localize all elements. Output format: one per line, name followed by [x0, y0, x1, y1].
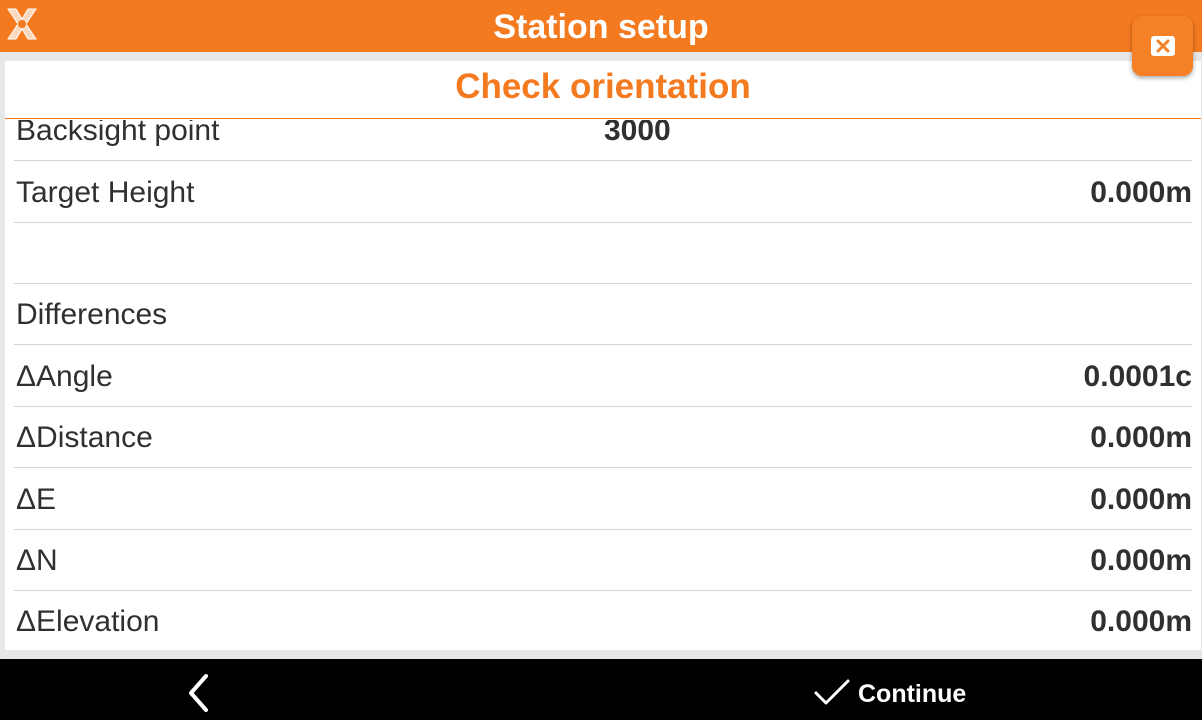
row-spacer	[14, 223, 1192, 284]
target-height-label: Target Height	[16, 176, 195, 209]
continue-button[interactable]: Continue	[805, 659, 985, 720]
close-icon	[1151, 36, 1175, 56]
delta-distance-value: 0.000m	[1090, 421, 1192, 454]
dialog-title: Check orientation	[455, 67, 751, 106]
dialog-header: Check orientation	[5, 61, 1201, 119]
delta-n-value: 0.000m	[1090, 544, 1192, 577]
row-delta-e: ΔE 0.000m	[14, 469, 1192, 530]
close-button[interactable]	[1132, 16, 1193, 76]
back-button[interactable]	[170, 659, 230, 720]
dialog-card: Check orientation Backsight point 3000 T…	[5, 61, 1201, 650]
delta-e-label: ΔE	[16, 483, 57, 516]
delta-elevation-label: ΔElevation	[16, 605, 160, 638]
delta-n-label: ΔN	[16, 544, 58, 577]
row-backsight-point: Backsight point 3000	[14, 120, 1192, 161]
delta-distance-label: ΔDistance	[16, 421, 153, 454]
page-title: Station setup	[493, 8, 709, 46]
row-differences-heading: Differences	[14, 284, 1192, 345]
backsight-point-label: Backsight point	[16, 120, 220, 147]
check-icon	[814, 679, 850, 705]
bottom-action-bar: Continue	[0, 659, 1202, 720]
delta-angle-value: 0.0001c	[1083, 360, 1192, 393]
row-delta-distance: ΔDistance 0.000m	[14, 407, 1192, 468]
title-bar: Station setup	[0, 0, 1202, 52]
continue-label: Continue	[858, 680, 967, 708]
row-delta-n: ΔN 0.000m	[14, 530, 1192, 591]
row-delta-elevation: ΔElevation 0.000m	[14, 591, 1192, 650]
row-target-height: Target Height 0.000m	[14, 162, 1192, 223]
results-list[interactable]: Backsight point 3000 Target Height 0.000…	[5, 120, 1201, 650]
row-delta-angle: ΔAngle 0.0001c	[14, 346, 1192, 407]
chevron-left-icon	[189, 674, 208, 712]
delta-elevation-value: 0.000m	[1090, 605, 1192, 638]
target-height-value: 0.000m	[1090, 176, 1192, 209]
delta-angle-label: ΔAngle	[16, 360, 113, 393]
delta-e-value: 0.000m	[1090, 483, 1192, 516]
differences-heading: Differences	[16, 298, 168, 331]
backsight-point-value: 3000	[604, 120, 671, 147]
